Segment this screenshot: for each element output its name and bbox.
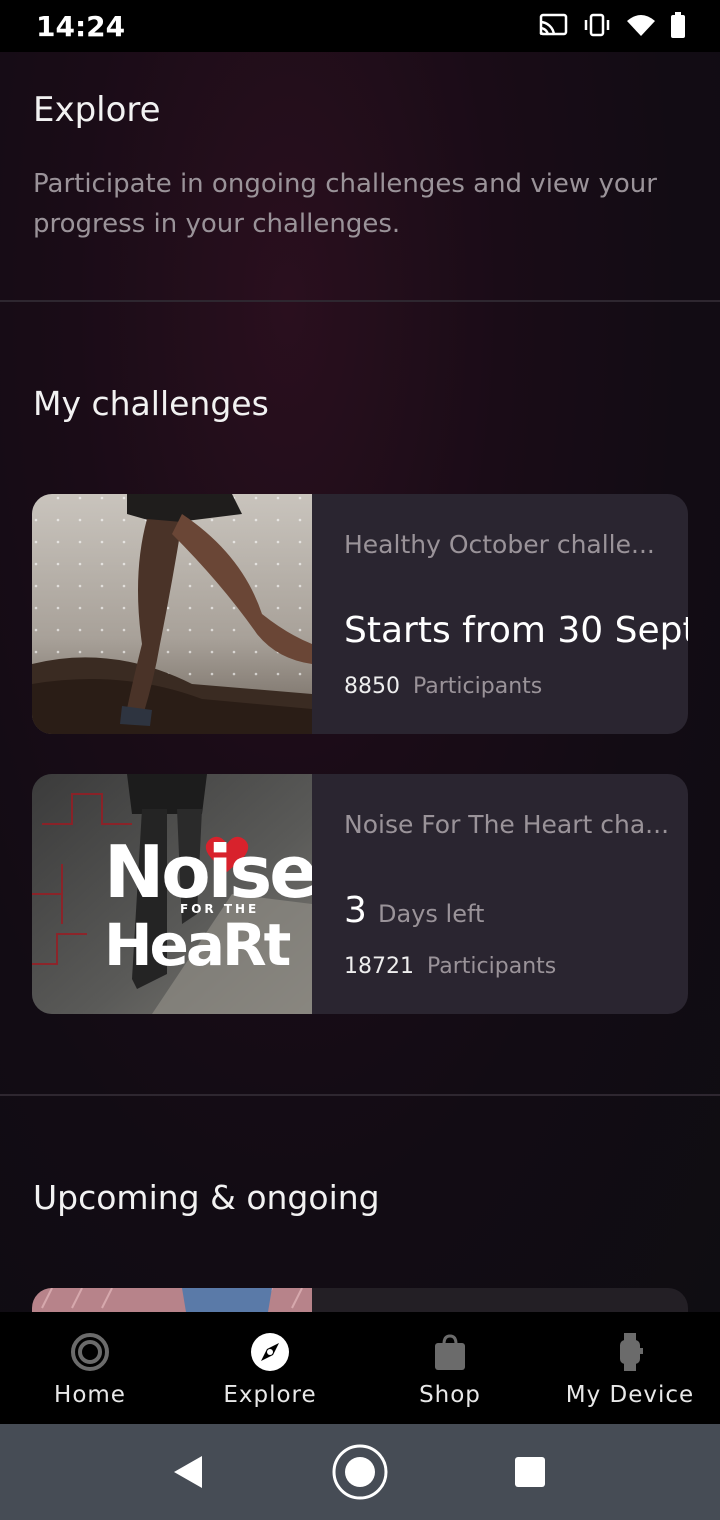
challenge-name: Noise For The Heart cha... [344, 810, 670, 839]
participants: 18721 Participants [344, 954, 556, 979]
participants: 8850 Participants [344, 674, 542, 699]
back-icon[interactable] [172, 1454, 204, 1494]
explore-screen[interactable]: Explore Participate in ongoing challenge… [0, 52, 720, 1312]
participants-label: Participants [413, 674, 543, 699]
divider [0, 1094, 720, 1096]
nav-home[interactable]: Home [0, 1312, 180, 1424]
participants-count: 18721 [344, 954, 414, 979]
days-left: 3 Days left [344, 890, 484, 931]
challenge-card-healthy-october[interactable]: Healthy October challe... Starts from 30… [32, 494, 688, 734]
bottom-navigation: Home Explore Shop My Device [0, 1312, 720, 1424]
upcoming-challenge-card[interactable] [32, 1288, 688, 1312]
participants-label: Participants [427, 954, 557, 979]
challenge-start-date: Starts from 30 Sept [344, 610, 688, 651]
cast-icon [538, 13, 568, 41]
challenge-name: Healthy October challe... [344, 530, 655, 559]
vibrate-icon [582, 13, 612, 41]
noise-for-the-heart-banner: Noise FOR THE HeaRt [32, 774, 312, 1014]
wifi-icon [626, 13, 656, 41]
banner-text-heart: HeaRt [104, 911, 291, 979]
page-description: Participate in ongoing challenges and vi… [33, 169, 657, 239]
challenge-info: Healthy October challe... Starts from 30… [344, 494, 688, 734]
nav-my-device[interactable]: My Device [540, 1312, 720, 1424]
status-icons [538, 12, 686, 42]
battery-icon [670, 12, 686, 42]
nav-shop-label: Shop [419, 1382, 481, 1408]
upcoming-challenge-photo [32, 1288, 312, 1312]
nav-my-device-label: My Device [565, 1382, 695, 1408]
banner-text-noise: Noise [104, 830, 312, 914]
ring-icon [70, 1332, 110, 1372]
participants-count: 8850 [344, 674, 400, 699]
upcoming-ongoing-title: Upcoming & ongoing [33, 1178, 380, 1217]
nav-explore[interactable]: Explore [180, 1312, 360, 1424]
my-challenges-title: My challenges [33, 384, 269, 423]
nav-home-label: Home [54, 1382, 126, 1408]
days-left-count: 3 [344, 890, 367, 931]
nav-shop[interactable]: Shop [360, 1312, 540, 1424]
days-left-label: Days left [378, 900, 485, 928]
nav-explore-label: Explore [223, 1382, 317, 1408]
status-bar: 14:24 [0, 0, 720, 52]
status-time: 14:24 [36, 10, 126, 43]
home-circle-icon[interactable] [331, 1443, 389, 1505]
shopping-bag-icon [430, 1332, 470, 1372]
divider [0, 300, 720, 302]
compass-icon [250, 1332, 290, 1372]
page-title: Explore [33, 90, 161, 130]
watch-icon [610, 1332, 650, 1372]
challenge-card-noise-for-the-heart[interactable]: Noise FOR THE HeaRt Noise For The Heart … [32, 774, 688, 1014]
running-legs-photo [32, 494, 312, 734]
recents-square-icon[interactable] [514, 1456, 546, 1492]
system-navigation-bar [0, 1424, 720, 1520]
challenge-info: Noise For The Heart cha... 3 Days left 1… [344, 774, 688, 1014]
